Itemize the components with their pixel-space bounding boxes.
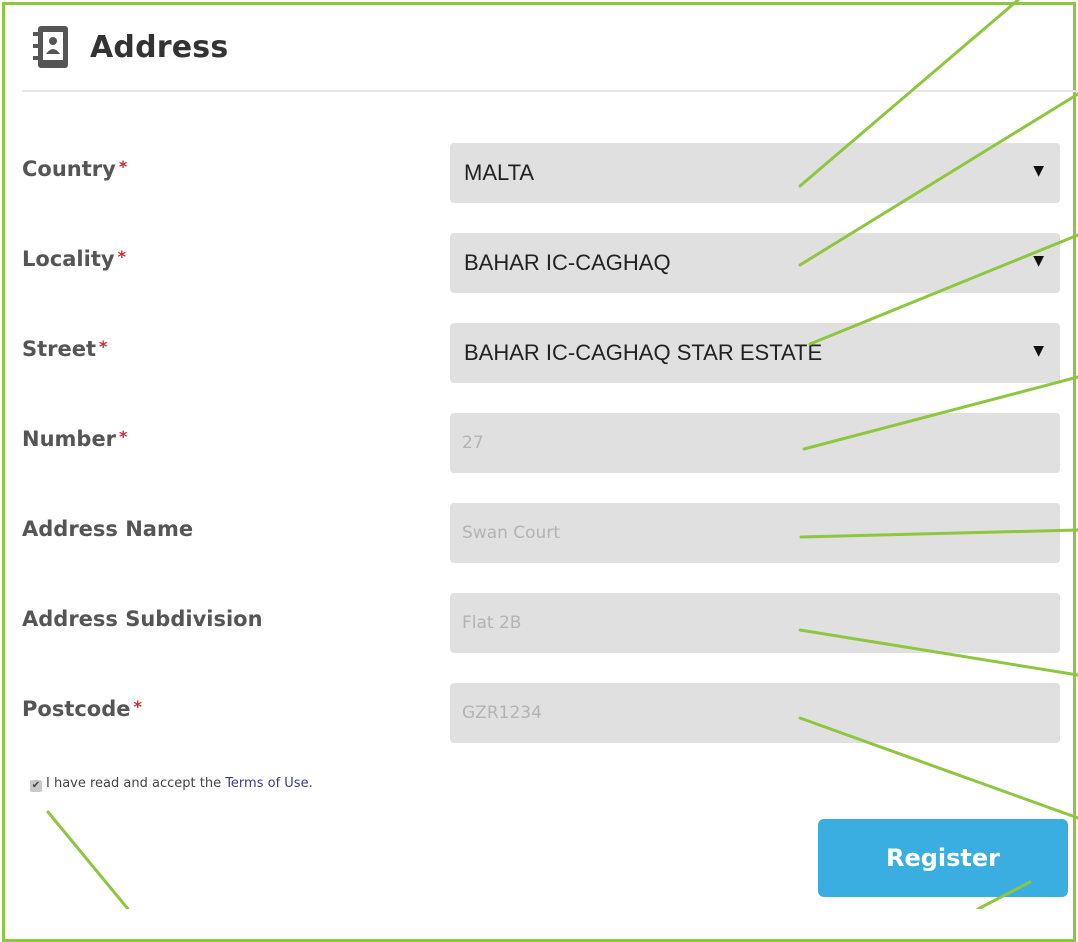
dropdown-arrow-icon: ▼ [1033,343,1044,359]
number-placeholder: 27 [462,433,484,453]
country-row: Country * MALTA ▼ [0,143,1078,203]
page-title: Address [90,30,229,65]
number-label: Number * [22,427,128,451]
country-select[interactable]: MALTA ▼ [450,143,1060,203]
contacts-book-icon [33,26,68,68]
subdivision-input[interactable]: Flat 2B [450,593,1060,653]
street-value: BAHAR IC-CAGHAQ STAR ESTATE [464,340,823,365]
dropdown-arrow-icon: ▼ [1033,163,1044,179]
street-select[interactable]: BAHAR IC-CAGHAQ STAR ESTATE ▼ [450,323,1060,383]
terms-of-use-link[interactable]: Terms of Use [225,776,308,791]
address-name-label: Address Name [22,517,194,541]
terms-suffix: . [308,776,313,791]
dropdown-arrow-icon: ▼ [1033,253,1044,269]
postcode-input[interactable]: GZR1234 [450,683,1060,743]
subdivision-placeholder: Flat 2B [462,613,522,633]
terms-text: I have read and accept the [46,776,226,791]
required-mark: * [118,157,128,176]
number-input[interactable]: 27 [450,413,1060,473]
locality-select[interactable]: BAHAR IC-CAGHAQ ▼ [450,233,1060,293]
required-mark: * [133,697,142,716]
address-name-placeholder: Swan Court [462,523,560,543]
postcode-label: Postcode * [22,697,142,721]
terms-acceptance: ✔ I have read and accept the Terms of Use… [30,776,313,792]
locality-row: Locality * BAHAR IC-CAGHAQ ▼ [0,233,1078,293]
street-row: Street * BAHAR IC-CAGHAQ STAR ESTATE ▼ [0,323,1078,383]
terms-checkbox[interactable]: ✔ [30,780,42,792]
required-mark: * [99,337,108,356]
register-button[interactable]: Register [818,819,1068,897]
number-row: Number * 27 [0,413,1078,473]
postcode-placeholder: GZR1234 [462,703,542,723]
street-label: Street * [22,337,108,361]
locality-value: BAHAR IC-CAGHAQ [464,250,671,275]
country-value: MALTA [464,160,535,185]
locality-label: Locality * [22,247,126,271]
required-mark: * [119,427,128,446]
postcode-row: Postcode * GZR1234 [0,683,1078,743]
subdivision-label: Address Subdivision [22,607,263,631]
subdivision-row: Address Subdivision Flat 2B [0,593,1078,653]
required-mark: * [117,247,126,266]
divider [22,90,1078,92]
address-name-input[interactable]: Swan Court [450,503,1060,563]
address-name-row: Address Name Swan Court [0,503,1078,563]
section-header: Address [28,22,1078,92]
country-label: Country * [22,157,128,181]
